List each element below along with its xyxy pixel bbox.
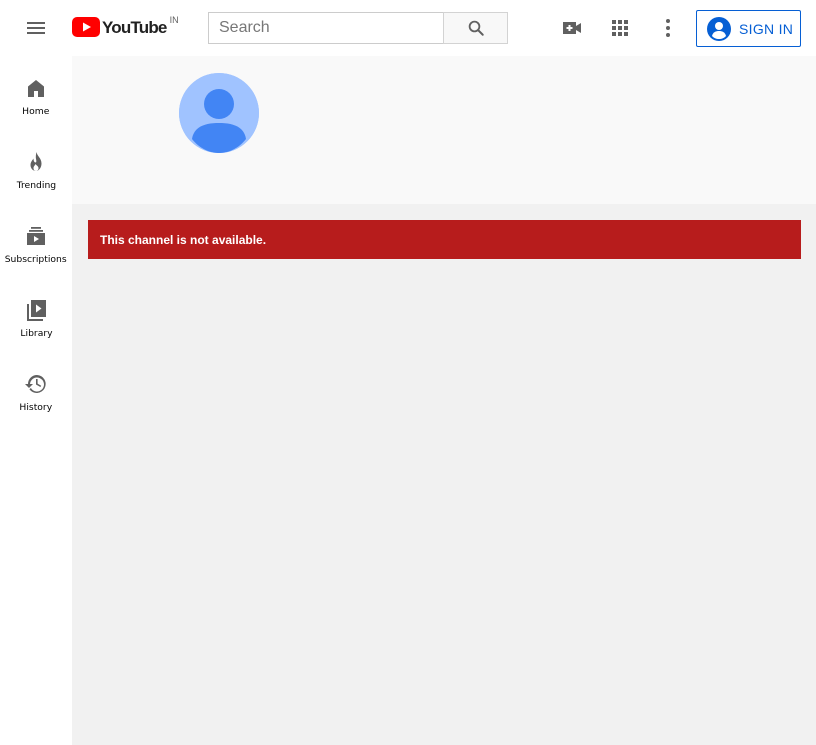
channel-avatar [179, 73, 259, 153]
logo-text: YouTube [102, 18, 167, 37]
alert-message: This channel is not available. [100, 232, 267, 247]
channel-unavailable-alert: This channel is not available. [88, 220, 801, 259]
sidebar-item-subscriptions[interactable]: Subscriptions [0, 204, 72, 278]
history-icon [25, 375, 46, 393]
search-icon [468, 20, 484, 36]
sidebar-item-home[interactable]: Home [0, 56, 72, 130]
library-icon [27, 300, 46, 321]
menu-button[interactable] [20, 12, 52, 44]
home-icon [28, 80, 44, 97]
sidebar-item-history[interactable]: History [0, 352, 72, 426]
search-input[interactable] [208, 12, 444, 44]
more-vert-icon [666, 19, 670, 37]
sign-in-button[interactable]: SIGN IN [696, 10, 801, 47]
account-icon [707, 16, 731, 41]
subscriptions-icon [27, 227, 45, 245]
apps-icon [612, 20, 628, 36]
apps-button[interactable] [604, 12, 636, 44]
channel-header [72, 56, 816, 204]
country-code: IN [169, 15, 179, 25]
sidebar-item-label: History [19, 402, 53, 413]
sidebar-item-label: Library [19, 328, 53, 339]
search-button[interactable] [443, 12, 508, 44]
youtube-logo[interactable]: YouTube IN [72, 15, 179, 39]
menu-icon [27, 22, 45, 34]
youtube-play-icon [72, 17, 100, 37]
sidebar-item-label: Trending [16, 180, 56, 191]
sign-in-label: SIGN IN [739, 20, 794, 37]
settings-more-button[interactable] [652, 12, 684, 44]
mini-guide-sidebar: Home Trending Subscriptions Library Hist… [0, 56, 72, 745]
masthead: YouTube IN SIGN IN [0, 0, 816, 56]
main-content: This channel is not available. [72, 56, 816, 745]
create-video-button[interactable] [556, 12, 588, 44]
sidebar-item-library[interactable]: Library [0, 278, 72, 352]
sidebar-item-label: Subscriptions [5, 254, 67, 265]
trending-icon [30, 152, 42, 171]
sidebar-item-label: Home [22, 106, 50, 117]
default-avatar-icon [179, 73, 259, 153]
create-video-icon [563, 22, 581, 34]
sidebar-item-trending[interactable]: Trending [0, 130, 72, 204]
